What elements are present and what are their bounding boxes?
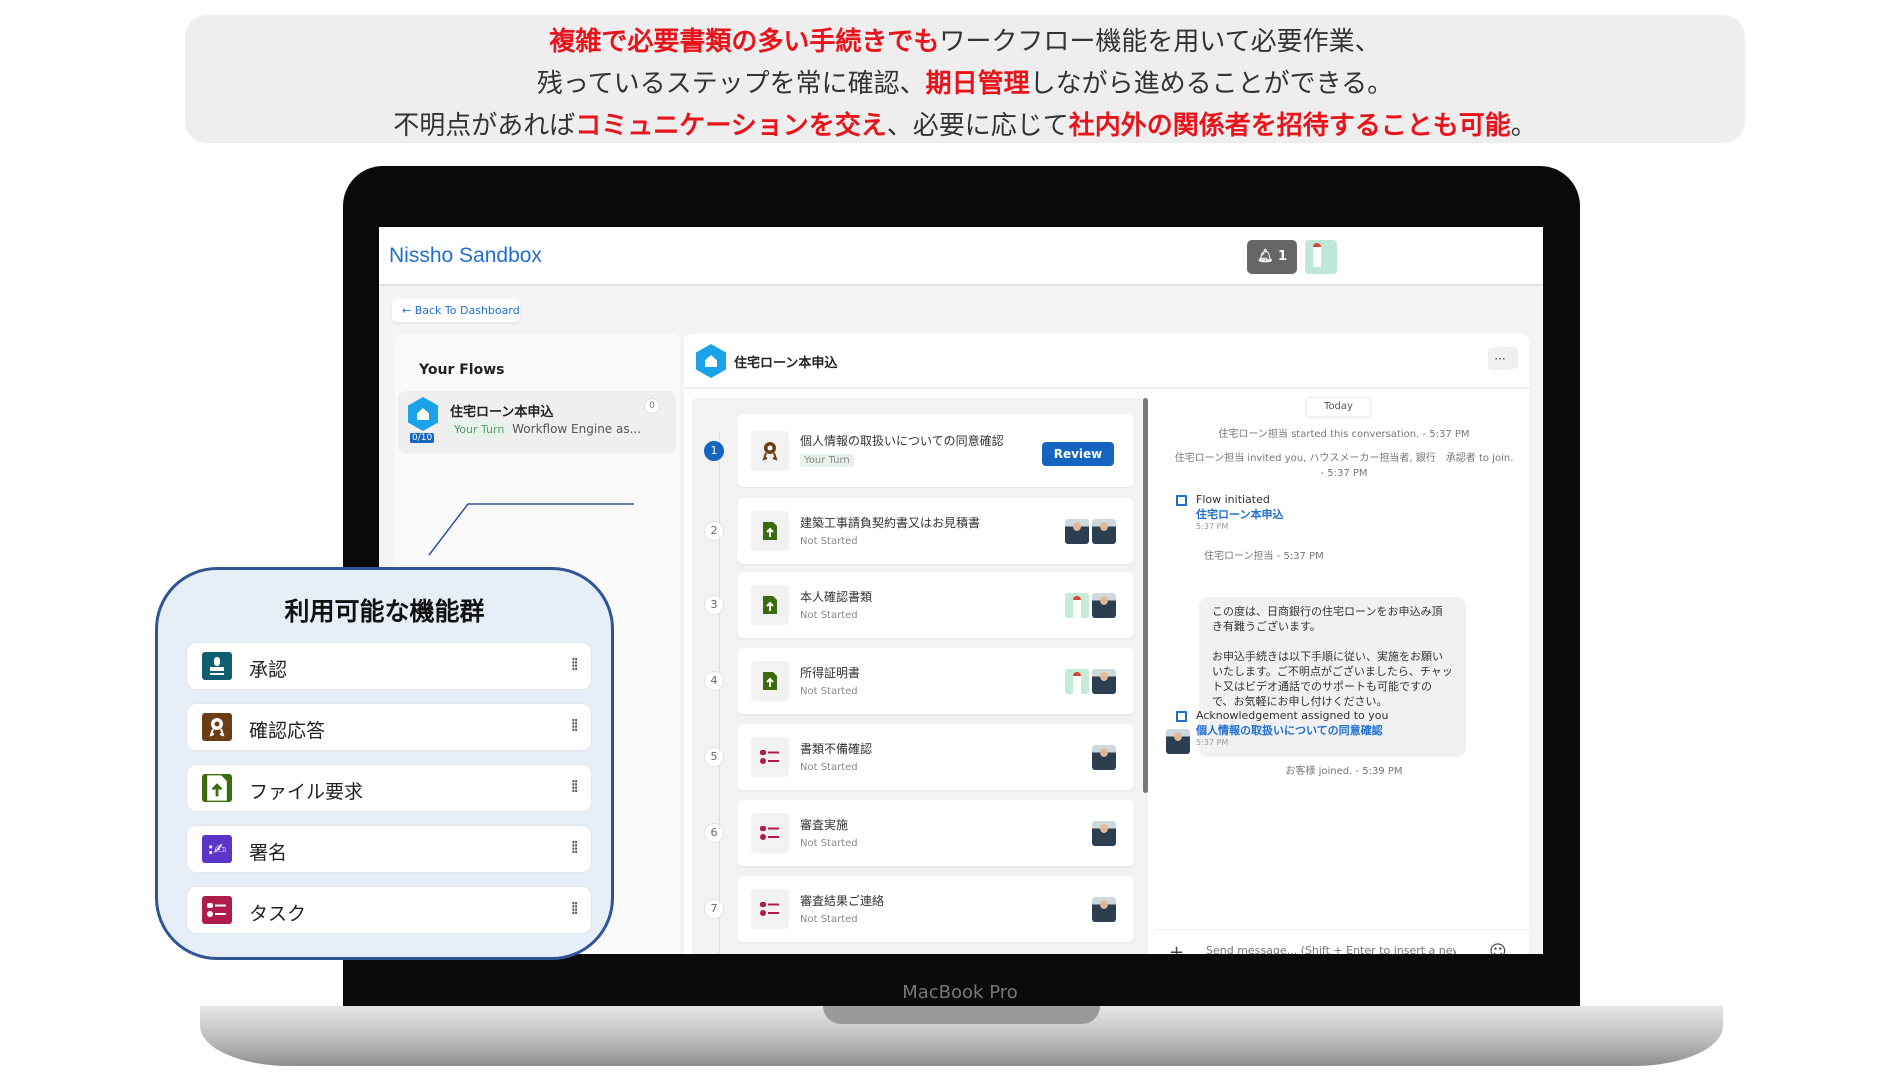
- drag-handle-icon[interactable]: ⁞⁞: [571, 716, 580, 736]
- task-icon: [202, 896, 232, 924]
- feature-item[interactable]: 確認応答 ⁞⁞: [186, 703, 592, 751]
- feature-label: ファイル要求: [249, 781, 364, 803]
- drag-handle-icon[interactable]: ⁞⁞: [571, 899, 580, 919]
- feature-label: 承認: [249, 659, 288, 681]
- file-upload-icon: [202, 774, 232, 802]
- feature-item[interactable]: タスク ⁞⁞: [186, 886, 592, 934]
- award-icon: [202, 713, 232, 741]
- feature-item[interactable]: :✍ 署名 ⁞⁞: [186, 825, 592, 873]
- features-title: 利用可能な機能群: [284, 597, 485, 626]
- stamp-icon: [202, 652, 232, 680]
- drag-handle-icon[interactable]: ⁞⁞: [571, 655, 580, 675]
- signature-icon: :✍: [202, 835, 232, 863]
- drag-handle-icon[interactable]: ⁞⁞: [571, 777, 580, 797]
- feature-item[interactable]: ファイル要求 ⁞⁞: [186, 764, 592, 812]
- feature-label: 署名: [249, 842, 288, 864]
- drag-handle-icon[interactable]: ⁞⁞: [571, 838, 580, 858]
- features-callout: 利用可能な機能群 承認 ⁞⁞ 確認応答 ⁞⁞ ファイル要求 ⁞⁞:✍ 署名 ⁞⁞…: [155, 567, 614, 960]
- feature-item[interactable]: 承認 ⁞⁞: [186, 642, 592, 690]
- feature-label: タスク: [249, 903, 307, 925]
- feature-label: 確認応答: [249, 720, 326, 742]
